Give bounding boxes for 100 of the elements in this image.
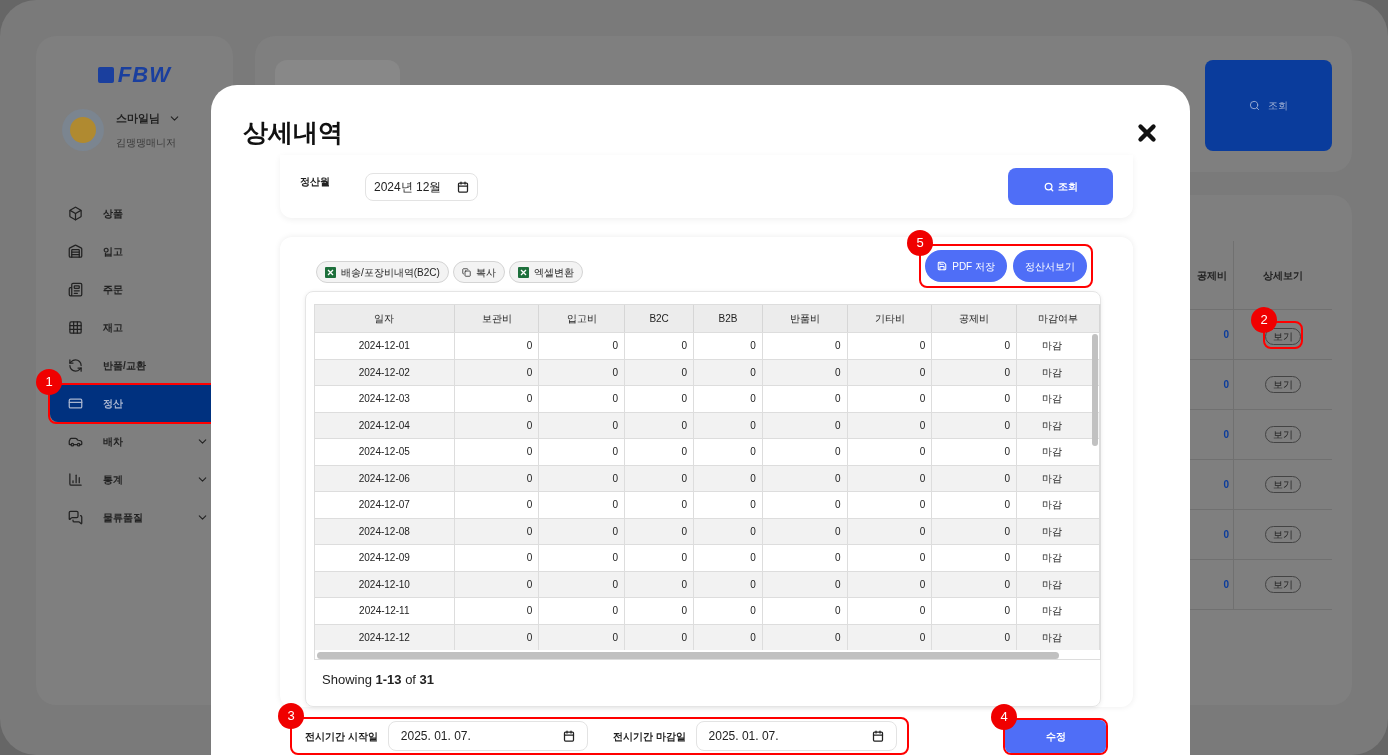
menu-icon	[68, 320, 83, 335]
table-cell: 0	[932, 624, 1018, 650]
sidebar-item[interactable]: 입고	[50, 233, 219, 270]
logo-icon	[97, 66, 114, 83]
table-cell: 2024-12-11	[315, 598, 455, 624]
sidebar-item[interactable]: 주문	[50, 271, 219, 308]
sidebar-item[interactable]: 물류품질	[50, 499, 219, 536]
table-cell: 0	[625, 492, 694, 518]
table-cell: 0	[762, 333, 848, 359]
scrollbar[interactable]	[317, 652, 1059, 659]
table-cell: 2024-12-01	[315, 333, 455, 359]
table-cell: 0	[625, 624, 694, 650]
table-cell: 0	[694, 624, 763, 650]
table-cell: 0	[847, 333, 933, 359]
table-cell: 0	[762, 386, 848, 412]
scrollbar[interactable]	[1092, 334, 1098, 446]
table-cell: 마감	[1017, 598, 1100, 624]
table-cell: 0	[539, 386, 626, 412]
table-cell: 0	[539, 624, 626, 650]
calendar-icon	[871, 730, 884, 742]
table-cell: 0	[454, 439, 540, 465]
table-cell: 0	[625, 333, 694, 359]
date-field[interactable]: 2024년 12월	[365, 172, 478, 201]
table-cell: 0	[539, 333, 626, 359]
table-cell: 0	[932, 492, 1018, 518]
column-header: 상세보기	[1262, 268, 1304, 283]
dialog-title: 상세내역	[243, 117, 343, 149]
menu-icon	[68, 396, 83, 411]
action-button[interactable]: PDF 저장	[925, 250, 1007, 282]
table-cell: 0	[625, 386, 694, 412]
table-cell: 0	[847, 492, 933, 518]
table-cell: 마감	[1017, 492, 1100, 518]
date-field[interactable]: 2025. 01. 07.	[387, 721, 588, 751]
table-cell: 0	[539, 545, 626, 571]
step-badge: 2	[1251, 306, 1277, 333]
field-label: 정산월	[300, 175, 331, 189]
spreadsheet-icon	[517, 266, 529, 278]
table-cell: 0	[694, 492, 763, 518]
sidebar-item[interactable]: 배차	[50, 423, 219, 460]
toolbar-button[interactable]: 배송/포장비내역(B2C)	[316, 261, 449, 283]
menu-icon	[68, 244, 83, 259]
user-name: 스마일님	[116, 111, 160, 127]
calendar-icon	[457, 180, 469, 193]
table-cell: 2024-12-03	[315, 386, 455, 412]
table-cell: 0	[847, 624, 933, 650]
save-icon	[937, 261, 948, 271]
search-icon	[1249, 100, 1260, 111]
edit-button[interactable]: 수정	[1005, 719, 1106, 753]
menu-icon	[68, 282, 83, 297]
table-cell: 0	[762, 492, 848, 518]
sidebar-item[interactable]: 통계	[50, 461, 219, 498]
table-cell: 0	[694, 598, 763, 624]
menu-icon	[68, 358, 83, 373]
search-icon	[1043, 181, 1054, 192]
sidebar-item[interactable]: 재고	[50, 309, 219, 346]
menu-icon	[68, 472, 83, 487]
table-cell: 0	[625, 545, 694, 571]
table-cell: 0	[932, 598, 1018, 624]
table-cell: 2024-12-05	[315, 439, 455, 465]
table-cell: 0	[694, 439, 763, 465]
search-button[interactable]: 조회	[1008, 168, 1113, 205]
table-cell: 2024-12-09	[315, 545, 455, 571]
action-button[interactable]: 정산서보기	[1013, 250, 1087, 282]
table-cell: 0	[762, 598, 848, 624]
sidebar-item[interactable]: 상품	[50, 195, 219, 232]
table-cell: 0	[625, 598, 694, 624]
table-cell: 0	[454, 624, 540, 650]
field-label: 전시기간 시작일	[305, 729, 378, 744]
step-badge: 3	[278, 703, 304, 729]
table-cell: 0	[847, 545, 933, 571]
table-cell: 0	[932, 545, 1018, 571]
table-cell: 0	[454, 333, 540, 359]
table-cell: 0	[625, 439, 694, 465]
menu-icon	[68, 510, 83, 525]
pagination-info: Showing 1-13 of 31	[322, 671, 436, 689]
table-cell: 0	[847, 386, 933, 412]
step-badge: 5	[907, 230, 934, 256]
table-cell: 0	[454, 545, 540, 571]
step-badge: 1	[36, 369, 62, 395]
user-role: 김맹맹매니저	[116, 135, 177, 150]
calendar-icon	[562, 730, 575, 742]
table-cell: 0	[539, 492, 626, 518]
table-cell: 0	[454, 492, 540, 518]
toolbar-button[interactable]: 엑셀변환	[508, 261, 583, 283]
table-cell: 0	[932, 439, 1018, 465]
table-cell: 0	[539, 439, 626, 465]
date-field[interactable]: 2025. 01. 07.	[695, 721, 897, 751]
toolbar-button[interactable]: 복사	[452, 261, 505, 283]
search-button[interactable]: 조회	[1205, 60, 1332, 151]
avatar	[62, 109, 104, 151]
table-cell: 0	[454, 386, 540, 412]
table-cell: 0	[847, 439, 933, 465]
table-cell: 2024-12-07	[315, 492, 455, 518]
spreadsheet-icon	[325, 266, 336, 278]
logo: FBW	[117, 61, 172, 89]
copy-icon	[461, 267, 471, 277]
table-cell: 2024-12-12	[315, 624, 455, 650]
menu-icon	[68, 206, 83, 221]
table-cell: 0	[762, 624, 848, 650]
table-cell: 0	[694, 386, 763, 412]
